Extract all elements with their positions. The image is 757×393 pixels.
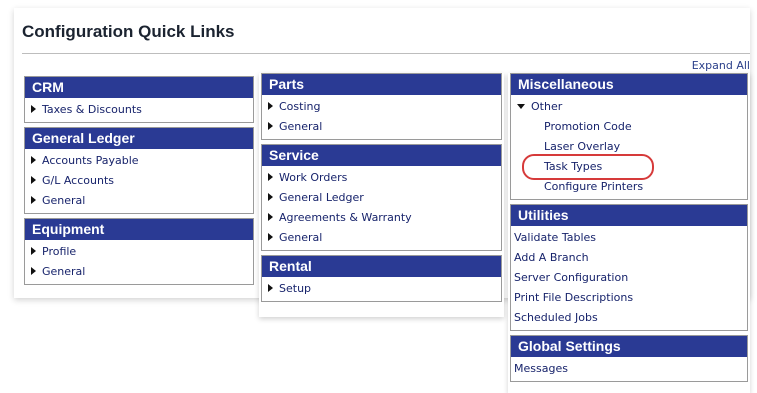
caret-right-icon — [268, 173, 273, 181]
link-gl-general[interactable]: General — [25, 191, 253, 211]
section-parts: Parts Costing General — [261, 73, 502, 140]
link-taxes-discounts[interactable]: Taxes & Discounts — [25, 100, 253, 120]
section-header-miscellaneous[interactable]: Miscellaneous — [511, 74, 747, 95]
group-other-toggle[interactable]: Other — [511, 97, 747, 117]
section-header-equipment[interactable]: Equipment — [25, 219, 253, 240]
section-service: Service Work Orders General Ledger Agree… — [261, 144, 502, 251]
caret-right-icon — [31, 196, 36, 204]
link-parts-general[interactable]: General — [262, 117, 501, 137]
section-general-ledger: General Ledger Accounts Payable G/L Acco… — [24, 127, 254, 214]
section-header-parts[interactable]: Parts — [262, 74, 501, 95]
caret-right-icon — [31, 247, 36, 255]
section-crm: CRM Taxes & Discounts — [24, 76, 254, 123]
link-promotion-code[interactable]: Promotion Code — [511, 117, 747, 137]
link-task-types[interactable]: Task Types — [544, 160, 602, 173]
title-divider — [22, 53, 750, 54]
caret-right-icon — [268, 213, 273, 221]
link-rental-setup[interactable]: Setup — [262, 279, 501, 299]
section-miscellaneous: Miscellaneous Other Promotion Code Laser… — [510, 73, 748, 200]
caret-right-icon — [31, 176, 36, 184]
section-header-rental[interactable]: Rental — [262, 256, 501, 277]
caret-right-icon — [268, 122, 273, 130]
link-service-general-ledger[interactable]: General Ledger — [262, 188, 501, 208]
section-header-service[interactable]: Service — [262, 145, 501, 166]
caret-right-icon — [31, 105, 36, 113]
caret-right-icon — [31, 267, 36, 275]
section-equipment: Equipment Profile General — [24, 218, 254, 285]
link-service-general[interactable]: General — [262, 228, 501, 248]
link-accounts-payable[interactable]: Accounts Payable — [25, 151, 253, 171]
link-add-branch[interactable]: Add A Branch — [511, 248, 747, 268]
column-left: CRM Taxes & Discounts General Ledger Acc… — [22, 76, 256, 288]
page-title: Configuration Quick Links — [22, 22, 235, 41]
caret-right-icon — [268, 233, 273, 241]
link-messages[interactable]: Messages — [511, 359, 747, 379]
link-laser-overlay[interactable]: Laser Overlay — [511, 137, 747, 157]
link-work-orders[interactable]: Work Orders — [262, 168, 501, 188]
caret-right-icon — [31, 156, 36, 164]
link-scheduled-jobs[interactable]: Scheduled Jobs — [511, 308, 747, 328]
link-configure-printers[interactable]: Configure Printers — [511, 177, 747, 197]
section-global-settings: Global Settings Messages — [510, 335, 748, 382]
column-right: Miscellaneous Other Promotion Code Laser… — [508, 73, 750, 393]
link-parts-costing[interactable]: Costing — [262, 97, 501, 117]
link-equipment-general[interactable]: General — [25, 262, 253, 282]
link-server-configuration[interactable]: Server Configuration — [511, 268, 747, 288]
caret-right-icon — [268, 193, 273, 201]
section-header-general-ledger[interactable]: General Ledger — [25, 128, 253, 149]
link-validate-tables[interactable]: Validate Tables — [511, 228, 747, 248]
caret-right-icon — [268, 284, 273, 292]
section-header-utilities[interactable]: Utilities — [511, 205, 747, 226]
section-header-global-settings[interactable]: Global Settings — [511, 336, 747, 357]
link-agreements-warranty[interactable]: Agreements & Warranty — [262, 208, 501, 228]
link-gl-accounts[interactable]: G/L Accounts — [25, 171, 253, 191]
section-header-crm[interactable]: CRM — [25, 77, 253, 98]
link-equipment-profile[interactable]: Profile — [25, 242, 253, 262]
column-middle: Parts Costing General Service Work Order… — [259, 73, 504, 317]
link-task-types-wrap: Task Types — [511, 154, 747, 180]
expand-all-link[interactable]: Expand All — [692, 59, 750, 72]
caret-right-icon — [268, 102, 273, 110]
section-utilities: Utilities Validate Tables Add A Branch S… — [510, 204, 748, 331]
section-rental: Rental Setup — [261, 255, 502, 302]
caret-down-icon — [517, 104, 525, 109]
link-print-file-descriptions[interactable]: Print File Descriptions — [511, 288, 747, 308]
